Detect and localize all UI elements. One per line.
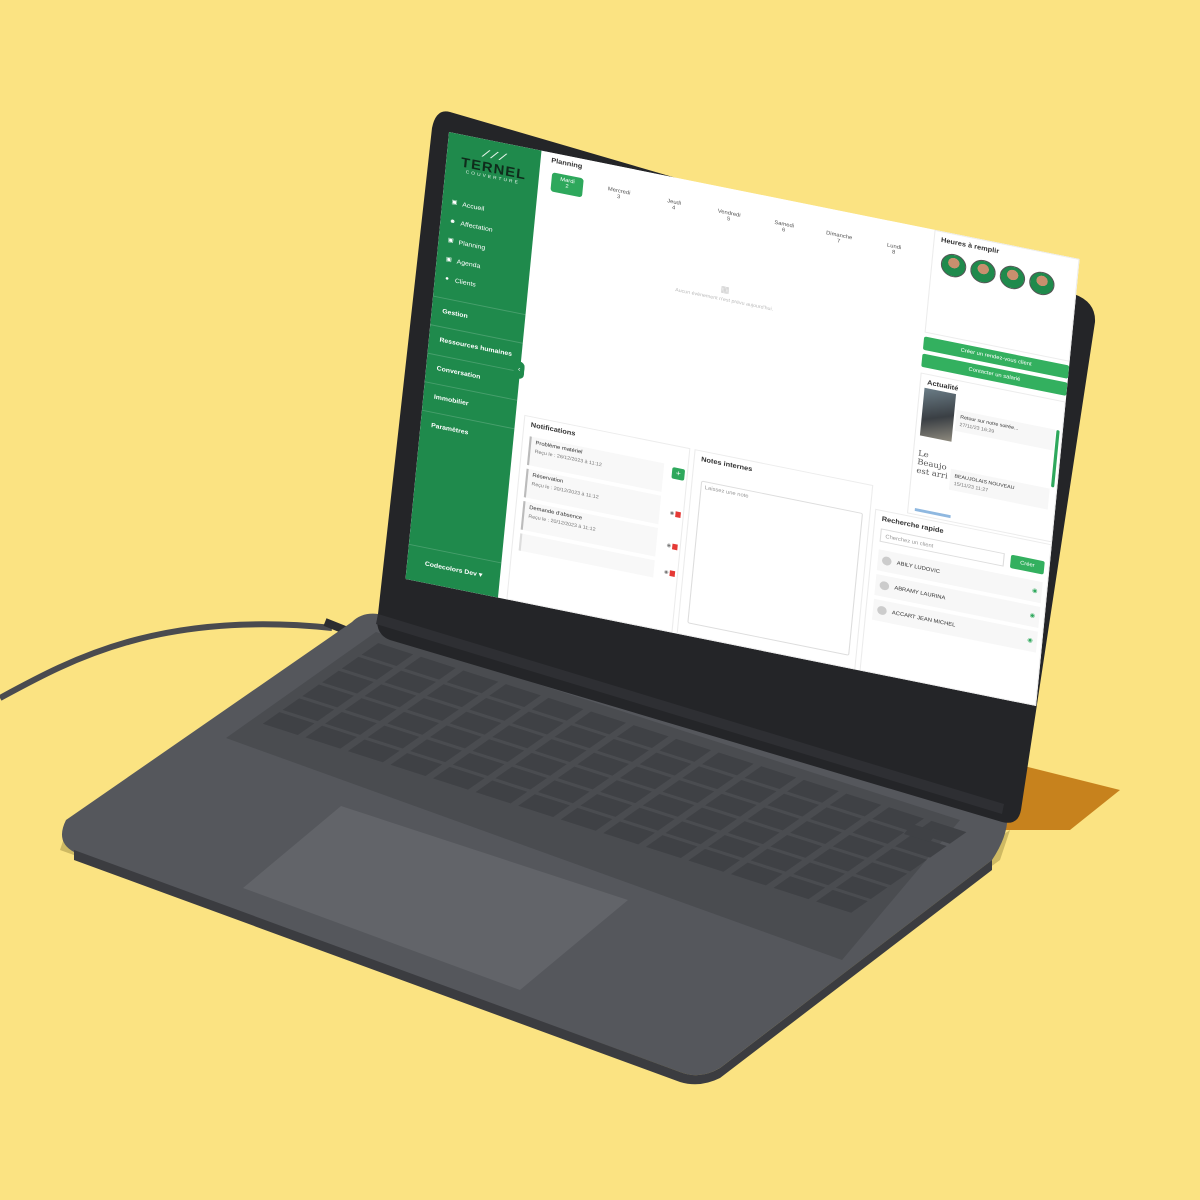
eye-icon[interactable]: ◉ (669, 510, 674, 517)
eye-icon[interactable]: ◉ (1026, 630, 1034, 652)
day-tab[interactable]: Samedi 6 (755, 213, 812, 243)
avatar[interactable] (998, 263, 1027, 292)
eye-icon[interactable]: ◉ (666, 542, 671, 549)
trash-icon[interactable] (675, 511, 681, 519)
nav-label: Accueil (461, 201, 485, 213)
user-icon (881, 555, 892, 567)
news-card[interactable]: BEAUJOLAIS NOUVEAU 15/11/23 11:27 (948, 468, 1050, 510)
planning-title: Planning (550, 157, 583, 171)
calendar-icon: ▣ (447, 237, 455, 244)
create-client-button[interactable]: Créer (1009, 554, 1045, 575)
nav-label: Planning (458, 239, 486, 252)
chevron-left-icon: ‹ (517, 366, 521, 374)
eye-icon[interactable]: ◉ (1031, 580, 1039, 602)
day-tab[interactable]: Lundi 8 (865, 236, 922, 266)
day-tab[interactable]: Mardi 2 (550, 172, 584, 198)
news-image[interactable] (919, 387, 957, 442)
logo: ⟋⟋⟋ TERNEL COUVERTURE (458, 144, 530, 187)
calendar-icon: ▣ (445, 256, 453, 263)
news-image[interactable]: Le Beaujo est arri (913, 448, 951, 503)
user-name: Codecolors Dev (424, 560, 478, 578)
client-name: ACCART JEAN MICHEL (891, 610, 956, 629)
user-icon (876, 605, 888, 616)
notes-panel: Notes internes Laissez une note (676, 449, 874, 670)
news-carousel-progress-fill (914, 508, 951, 519)
user-icon (879, 580, 890, 592)
client-name: ABILY LUDOVIC (896, 560, 941, 576)
laptop-scene: ⟋⟋⟋ TERNEL COUVERTURE ▣ Accueil ☻ Affectat… (0, 0, 1200, 1200)
day-tab[interactable]: Mercredi 3 (590, 180, 647, 210)
notifications-title: Notifications (530, 422, 576, 438)
recherche-panel: Recherche rapide Cherchez un client Crée… (859, 508, 1052, 707)
eye-icon[interactable]: ◉ (664, 569, 669, 576)
user-menu[interactable]: Codecolors Dev ▾ (406, 543, 502, 583)
calendar-icon: ▣ (451, 198, 458, 206)
add-notification-button[interactable]: + (671, 466, 686, 481)
nav-label: Agenda (456, 258, 481, 270)
client-name: ABRAMY LAURINA (894, 585, 946, 602)
avatar-list (939, 251, 1056, 298)
day-tab[interactable]: Vendredi 5 (700, 202, 757, 232)
eye-icon[interactable]: ◉ (1029, 605, 1037, 627)
day-tab[interactable]: Dimanche 7 (810, 225, 867, 255)
notes-title: Notes internes (700, 456, 753, 474)
news-carousel-progress (914, 508, 951, 519)
notes-textarea[interactable]: Laissez une note (687, 480, 864, 656)
avatar[interactable] (939, 251, 968, 280)
planning-empty-state: ▦ Aucun évènement n'est prévu aujourd'hu… (661, 272, 789, 315)
chevron-down-icon: ▾ (478, 571, 483, 579)
actualites-panel: Actualité Retour sur notre soirée... 27/1… (906, 372, 1066, 543)
users-icon: ☻ (449, 217, 457, 225)
day-tab[interactable]: Jeudi 4 (645, 191, 702, 221)
trash-icon[interactable] (669, 570, 676, 577)
news-card[interactable]: Retour sur notre soirée... 27/11/23 16:29 (954, 409, 1056, 451)
sidebar-nav: ▣ Accueil ☻ Affectation ▣ Planning ▣ Agenda … (442, 193, 531, 304)
user-icon: ● (444, 275, 450, 282)
avatar[interactable] (1028, 269, 1056, 298)
nav-label: Affectation (460, 220, 493, 234)
notifications-panel: Notifications + Problème matériel Reçu le… (506, 414, 691, 633)
plus-icon: + (675, 468, 682, 479)
nav-label: Clients (454, 277, 477, 289)
avatar[interactable] (969, 257, 997, 286)
trash-icon[interactable] (671, 543, 678, 551)
